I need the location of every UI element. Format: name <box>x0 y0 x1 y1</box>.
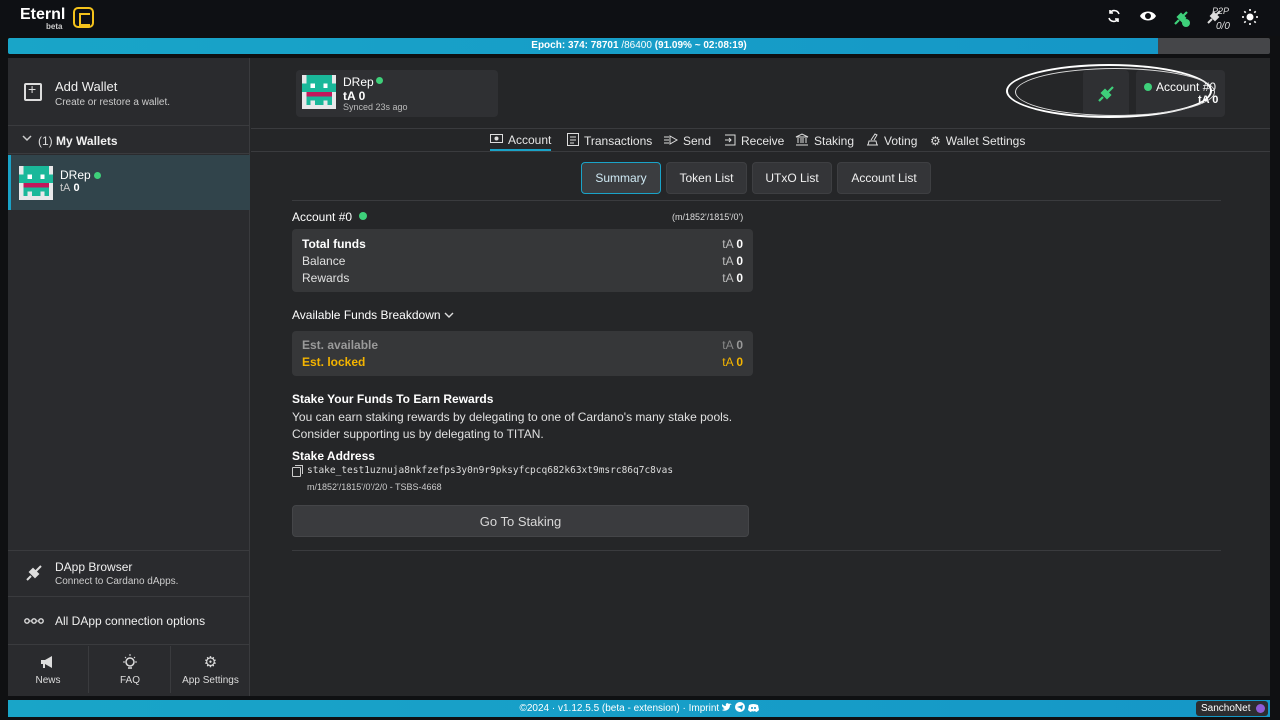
tab-transactions[interactable]: Transactions <box>567 131 652 151</box>
funds-row-total: Total funds tA 0 <box>302 237 743 251</box>
sync-status: Synced 23s ago <box>343 102 408 112</box>
send-icon <box>664 134 679 149</box>
account-path: (m/1852'/1815'/0') <box>672 212 744 222</box>
subtab-summary[interactable]: Summary <box>581 162 661 194</box>
header-wallet-avatar <box>302 75 336 109</box>
plug-icon <box>24 563 44 588</box>
footer-text: ©2024 · v1.12.5.5 (beta - extension) · I… <box>8 700 1270 717</box>
dapp-connector-icon[interactable] <box>1171 8 1191 28</box>
network-icon <box>1256 704 1265 713</box>
go-to-staking-button[interactable]: Go To Staking <box>292 505 749 537</box>
vote-icon <box>866 133 879 149</box>
news-label: News <box>35 675 61 686</box>
wallet-icon <box>490 133 503 147</box>
annotation-circle-inner <box>1015 68 1215 116</box>
wallet-status-dot <box>94 172 101 179</box>
connection-dots-icon <box>24 614 44 629</box>
account-label: Account #0 <box>292 210 353 224</box>
stake-title: Stake Your Funds To Earn Rewards <box>292 392 494 406</box>
add-wallet-subtitle: Create or restore a wallet. <box>55 97 171 108</box>
tab-wallet-settings[interactable]: ⚙ Wallet Settings <box>930 131 1025 151</box>
megaphone-icon <box>8 654 88 672</box>
breakdown-row-available: Est. available tA 0 <box>302 338 743 352</box>
breakdown-row-locked: Est. locked tA 0 <box>302 355 743 369</box>
wallet-avatar <box>19 166 53 200</box>
faq-label: FAQ <box>119 675 140 686</box>
dapp-browser-subtitle: Connect to Cardano dApps. <box>55 576 179 587</box>
subtab-account-list[interactable]: Account List <box>837 162 931 194</box>
telegram-icon[interactable] <box>734 702 748 714</box>
gear-icon: ⚙ <box>930 134 941 148</box>
tab-account[interactable]: Account <box>490 131 552 151</box>
wallet-name: DRep <box>60 168 91 182</box>
add-wallet-icon <box>24 81 42 101</box>
twitter-icon[interactable] <box>721 703 735 714</box>
news-button[interactable]: News <box>8 646 89 693</box>
p2p-label: P2P <box>1212 6 1230 16</box>
stake-description: You can earn staking rewards by delegati… <box>292 410 733 441</box>
chevron-down-icon <box>444 308 454 322</box>
stake-address-title: Stake Address <box>292 449 375 463</box>
wallet-balance: tA 0 <box>60 182 80 194</box>
discord-icon[interactable] <box>747 703 759 714</box>
header-status-dot <box>376 77 383 84</box>
logo-mark-icon <box>73 7 94 28</box>
top-bar <box>0 0 1280 36</box>
header-wallet-balance: tA 0 <box>343 89 366 103</box>
receive-icon <box>724 134 736 149</box>
app-settings-button[interactable]: ⚙ App Settings <box>171 646 250 693</box>
lightbulb-icon <box>90 654 170 672</box>
stake-address-path: m/1852'/1815'/0'/2/0 - TSBS-4668 <box>307 482 442 492</box>
account-status-dot <box>359 212 367 220</box>
dapp-browser-title: DApp Browser <box>55 560 133 574</box>
list-icon <box>567 133 579 149</box>
chevron-down-icon <box>22 133 32 146</box>
epoch-text: Epoch: 374: 78701 /86400 (91.09% ~ 02:08… <box>531 40 747 51</box>
funds-row-rewards: Rewards tA 0 <box>302 271 743 285</box>
tab-voting[interactable]: Voting <box>866 131 917 151</box>
my-wallets-label: (1) My Wallets <box>38 134 118 148</box>
sync-icon[interactable] <box>1104 8 1124 28</box>
divider <box>292 200 1221 201</box>
subtab-utxo-list[interactable]: UTxO List <box>752 162 832 194</box>
tab-send[interactable]: Send <box>664 131 711 151</box>
add-wallet-button[interactable] <box>8 60 250 126</box>
sun-icon[interactable] <box>1240 8 1260 28</box>
eye-icon[interactable] <box>1138 8 1158 28</box>
add-wallet-title: Add Wallet <box>55 79 118 94</box>
faq-button[interactable]: FAQ <box>90 646 171 693</box>
tab-receive[interactable]: Receive <box>724 131 784 151</box>
beta-badge: beta <box>46 22 63 31</box>
breakdown-toggle[interactable]: Available Funds Breakdown <box>292 308 454 322</box>
funds-row-balance: Balance tA 0 <box>302 254 743 268</box>
divider <box>292 550 1221 551</box>
tab-staking[interactable]: Staking <box>795 131 854 151</box>
p2p-count: 0/0 <box>1216 21 1230 32</box>
bank-icon <box>795 133 809 149</box>
all-dapp-options-label: All DApp connection options <box>55 614 206 628</box>
copy-icon[interactable] <box>292 465 303 477</box>
gear-icon: ⚙ <box>203 654 218 671</box>
epoch-progress-bar: Epoch: 374: 78701 /86400 (91.09% ~ 02:08… <box>8 38 1270 54</box>
subtab-token-list[interactable]: Token List <box>666 162 747 194</box>
header-wallet-name: DRep <box>343 75 374 89</box>
stake-address[interactable]: stake_test1uznuja8nkfzefps3y0n9r9pksyfcp… <box>307 465 673 476</box>
app-settings-label: App Settings <box>182 675 239 686</box>
